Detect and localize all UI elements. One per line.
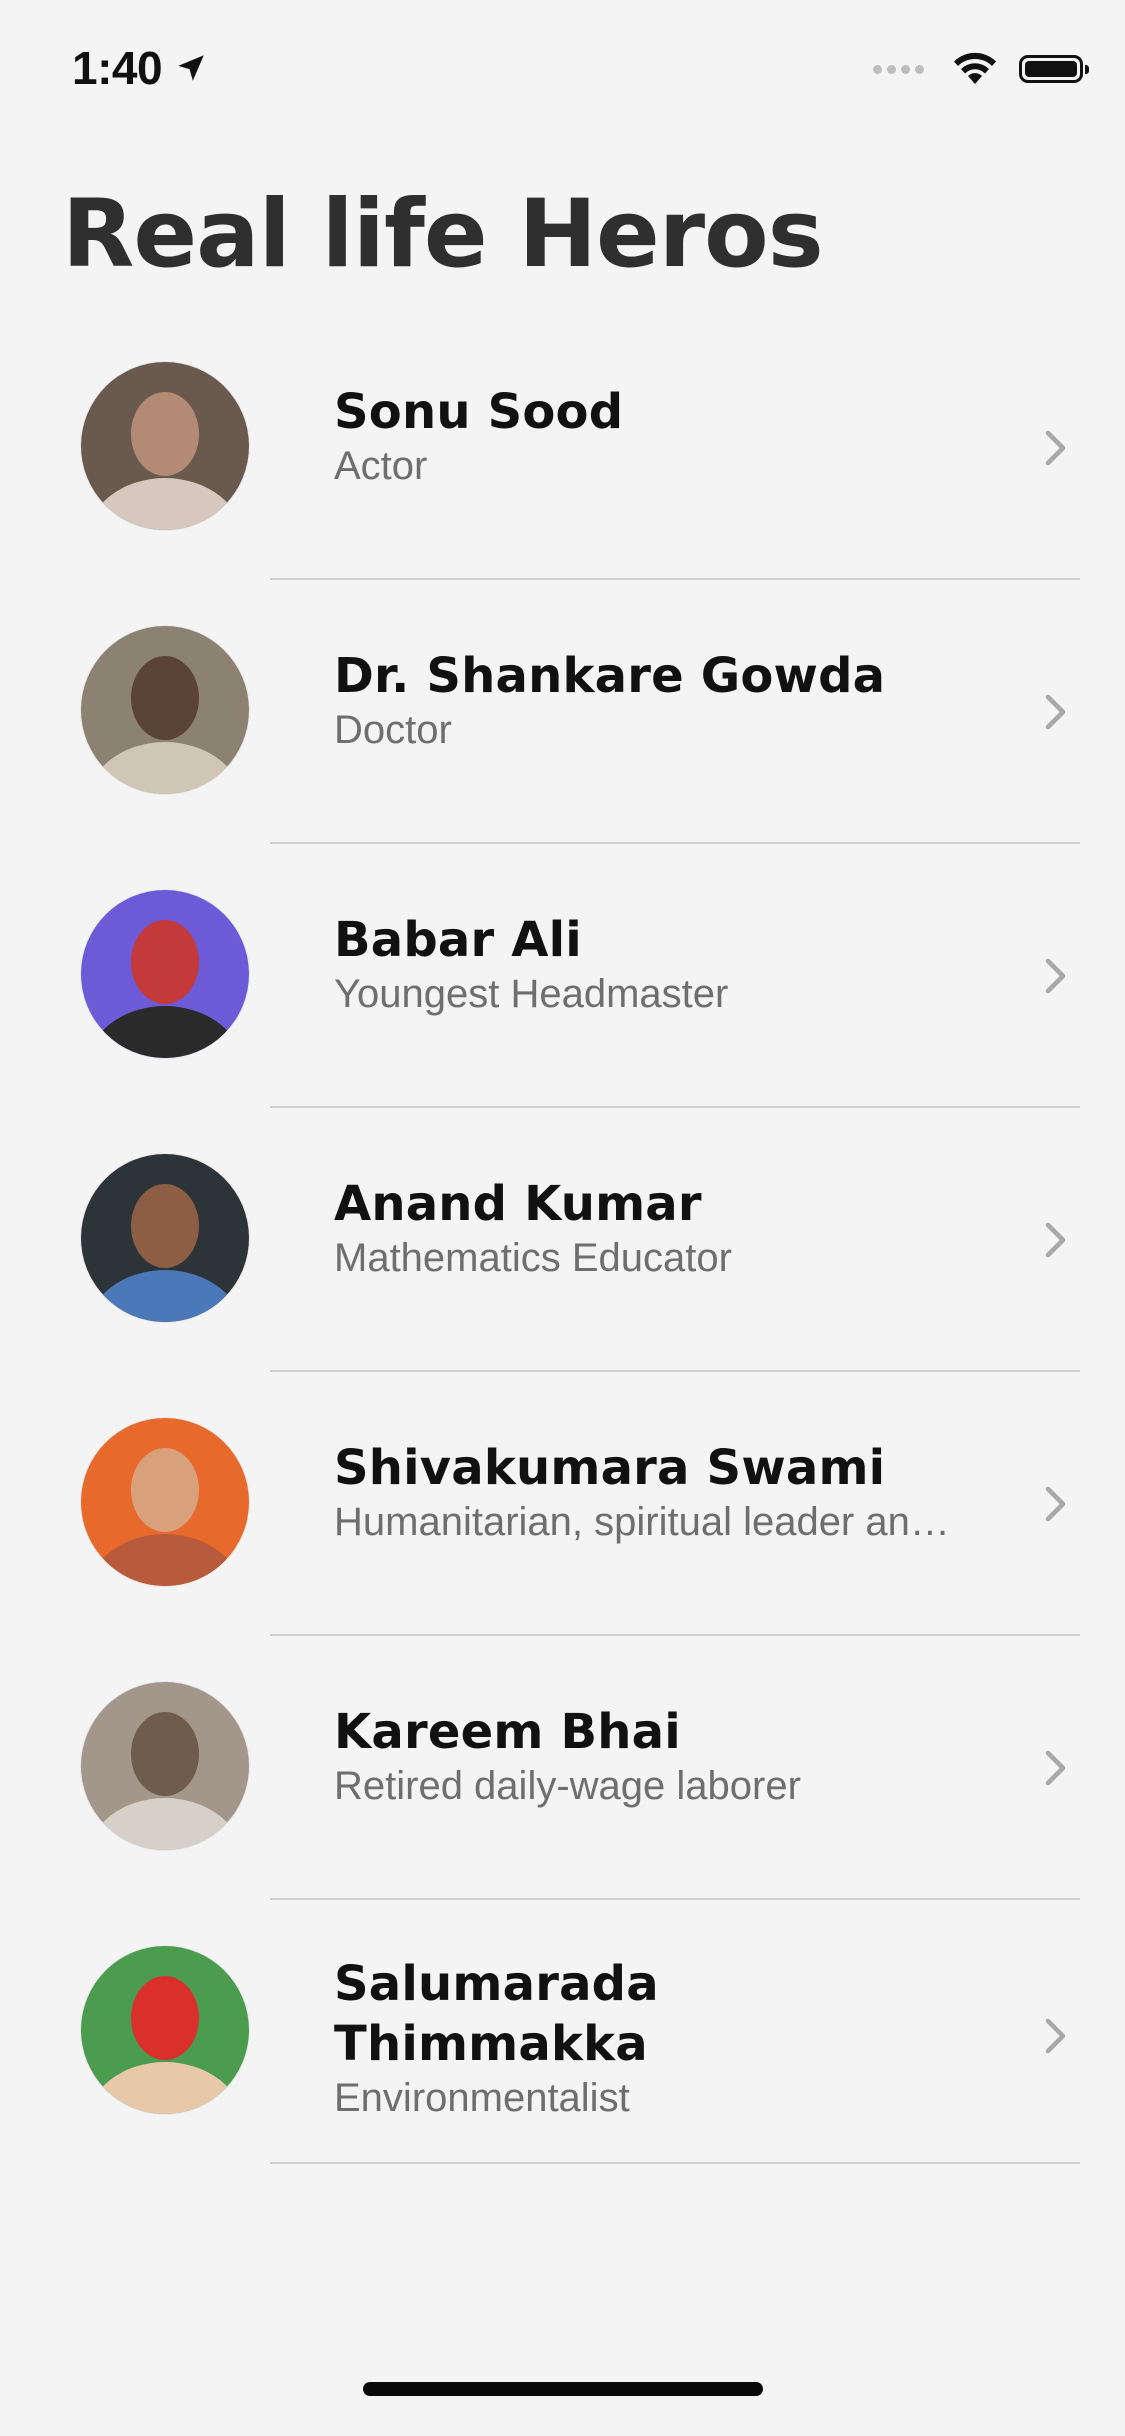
hero-list-row[interactable]: Babar Ali Youngest Headmaster	[0, 890, 1125, 1154]
app-screen: 1:40 Real life Heros Sonu Sood Actor Dr.…	[0, 0, 1125, 2436]
chevron-right-icon	[1045, 958, 1066, 994]
hero-role: Youngest Headmaster	[334, 972, 729, 1016]
row-separator	[270, 2162, 1080, 2164]
status-icons	[873, 46, 1089, 92]
hero-role: Retired daily-wage laborer	[334, 1764, 801, 1808]
hero-list-row[interactable]: Shivakumara Swami Humanitarian, spiritua…	[0, 1418, 1125, 1682]
hero-role: Actor	[334, 444, 428, 488]
chevron-right-icon	[1045, 2018, 1066, 2054]
battery-icon	[1019, 55, 1089, 83]
chevron-right-icon	[1045, 1486, 1066, 1522]
chevron-right-icon	[1045, 430, 1066, 466]
row-separator	[270, 842, 1080, 844]
hero-text: Anand Kumar Mathematics Educator	[334, 1174, 984, 1281]
row-separator	[270, 1898, 1080, 1900]
hero-name: Salumarada Thimmakka	[334, 1956, 659, 2072]
hero-name: Sonu Sood	[334, 384, 624, 440]
hero-text: Dr. Shankare Gowda Doctor	[334, 646, 984, 753]
status-time: 1:40	[72, 42, 163, 94]
row-separator	[270, 1106, 1080, 1108]
hero-name: Dr. Shankare Gowda	[334, 648, 886, 704]
wifi-icon	[954, 52, 996, 84]
hero-list: Sonu Sood Actor Dr. Shankare Gowda Docto…	[0, 362, 1125, 2210]
hero-avatar	[81, 362, 249, 530]
home-indicator[interactable]	[363, 2382, 763, 2396]
hero-list-row[interactable]: Sonu Sood Actor	[0, 362, 1125, 626]
chevron-right-icon	[1045, 1222, 1066, 1258]
hero-avatar	[81, 890, 249, 1058]
row-separator	[270, 578, 1080, 580]
hero-avatar	[81, 1682, 249, 1850]
hero-role: Mathematics Educator	[334, 1236, 732, 1280]
hero-text: Shivakumara Swami Humanitarian, spiritua…	[334, 1438, 984, 1545]
hero-text: Babar Ali Youngest Headmaster	[334, 910, 984, 1017]
chevron-right-icon	[1045, 1750, 1066, 1786]
hero-name: Babar Ali	[334, 912, 582, 968]
hero-name: Shivakumara Swami	[334, 1440, 886, 1496]
signal-icon	[873, 64, 929, 74]
hero-text: Salumarada Thimmakka Environmentalist	[334, 1954, 984, 2121]
hero-text: Sonu Sood Actor	[334, 382, 984, 489]
hero-list-row[interactable]: Salumarada Thimmakka Environmentalist	[0, 1946, 1125, 2210]
hero-list-row[interactable]: Anand Kumar Mathematics Educator	[0, 1154, 1125, 1418]
hero-role: Environmentalist	[334, 2076, 630, 2120]
row-separator	[270, 1634, 1080, 1636]
hero-avatar	[81, 1154, 249, 1322]
hero-avatar	[81, 626, 249, 794]
hero-role: Humanitarian, spiritual leader and educa…	[334, 1500, 964, 1544]
hero-avatar	[81, 1946, 249, 2114]
page-title: Real life Heros	[62, 180, 824, 289]
hero-list-row[interactable]: Dr. Shankare Gowda Doctor	[0, 626, 1125, 890]
status-bar: 1:40	[0, 0, 1125, 135]
chevron-right-icon	[1045, 694, 1066, 730]
hero-avatar	[81, 1418, 249, 1586]
row-separator	[270, 1370, 1080, 1372]
hero-name: Anand Kumar	[334, 1176, 702, 1232]
location-arrow-icon	[178, 55, 204, 81]
hero-text: Kareem Bhai Retired daily-wage laborer	[334, 1702, 984, 1809]
hero-list-row[interactable]: Kareem Bhai Retired daily-wage laborer	[0, 1682, 1125, 1946]
hero-name: Kareem Bhai	[334, 1704, 681, 1760]
status-time-group: 1:40	[72, 40, 208, 96]
hero-role: Doctor	[334, 708, 452, 752]
